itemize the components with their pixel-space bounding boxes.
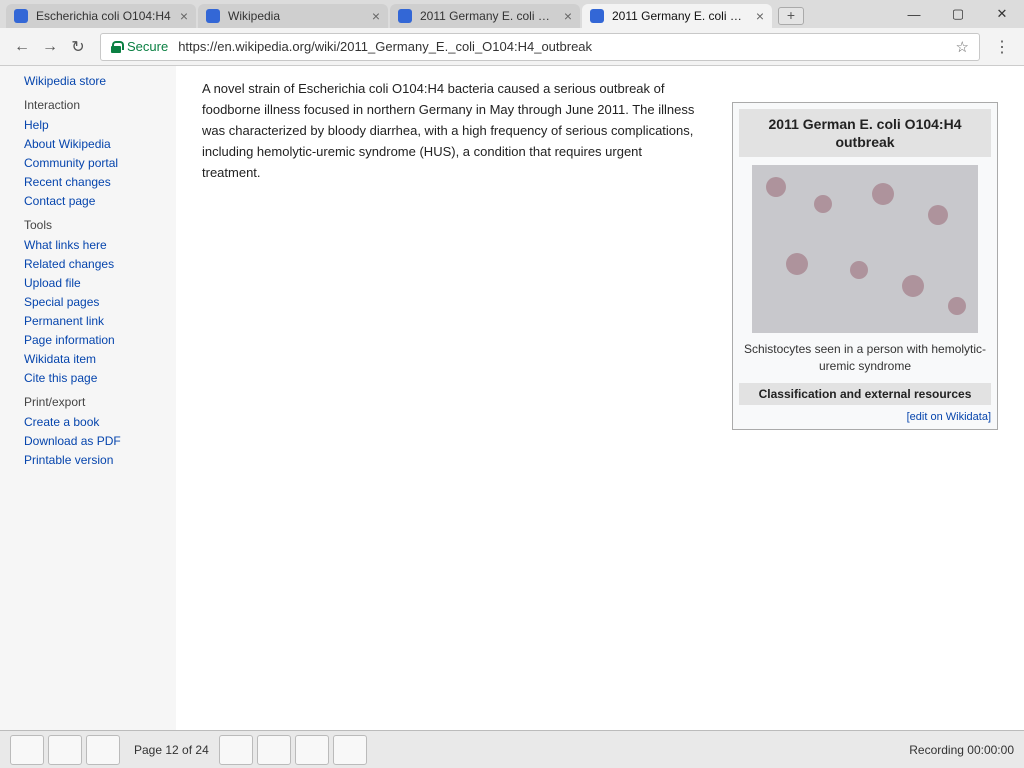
sidebar-link[interactable]: About Wikipedia [24, 137, 176, 151]
highlighter-tool[interactable] [294, 734, 329, 765]
sidebar-link[interactable]: Community portal [24, 156, 176, 170]
sidebar-link[interactable]: Cite this page [24, 371, 176, 385]
infobox: 2011 German E. coli O104:H4 outbreak Sch… [732, 102, 998, 430]
sidebar-link[interactable]: Download as PDF [24, 434, 176, 448]
eraser-tool[interactable] [332, 734, 367, 765]
window-controls: — ▢ ✕ [892, 0, 1024, 28]
recording-status: Recording 00:00:00 [909, 743, 1014, 757]
next-page-tool[interactable] [218, 734, 253, 765]
lock-icon [111, 40, 124, 53]
sidebar-link[interactable]: Recent changes [24, 175, 176, 189]
blood-cell [850, 261, 868, 279]
recording-time: 00:00:00 [967, 742, 1014, 757]
infobox-section: Classification and external resources [739, 383, 991, 405]
url-text[interactable]: https://en.wikipedia.org/wiki/2011_Germa… [178, 39, 955, 54]
edit-on-wikidata-link[interactable]: [edit on Wikidata] [739, 411, 991, 423]
page-indicator: Page 12 of 24 [134, 743, 209, 757]
tab-title: Wikipedia [228, 9, 281, 23]
close-tab-icon[interactable]: × [564, 8, 572, 24]
close-tab-icon[interactable]: × [756, 8, 764, 24]
browser-tab[interactable]: 2011 Germany E. coli O104:H4 outbreak × [390, 4, 580, 28]
maximize-icon[interactable]: ▢ [936, 0, 980, 28]
blood-cell [928, 205, 948, 225]
sidebar-link[interactable]: What links here [24, 238, 176, 252]
sidebar-link[interactable]: Upload file [24, 276, 176, 290]
article-lede: A novel strain of Escherichia coli O104:… [202, 81, 695, 180]
infobox-caption: Schistocytes seen in a person with hemol… [743, 342, 987, 373]
sidebar-link[interactable]: Contact page [24, 194, 176, 208]
sidebar-link-store[interactable]: Wikipedia store [24, 74, 176, 88]
sidebar-section-title: Interaction [24, 98, 81, 112]
sidebar-link[interactable]: Printable version [24, 453, 176, 467]
close-tab-icon[interactable]: × [180, 8, 188, 24]
forward-icon[interactable]: → [36, 33, 64, 61]
blood-cell [902, 275, 924, 297]
close-tab-icon[interactable]: × [372, 8, 380, 24]
sidebar-link[interactable]: Create a book [24, 415, 176, 429]
blood-cell [786, 253, 808, 275]
secure-indicator[interactable]: Secure [111, 39, 168, 54]
blood-cell [766, 177, 786, 197]
browser-tab[interactable]: Wikipedia × [198, 4, 388, 28]
schistocytes-image[interactable] [752, 165, 978, 333]
bookmark-star-icon[interactable]: ☆ [956, 38, 969, 56]
wiki-sidebar: Wikipedia store Interaction Help About W… [0, 66, 176, 768]
templates-tool[interactable] [48, 734, 82, 765]
new-page-tool[interactable] [10, 734, 44, 765]
sidebar-link[interactable]: Related changes [24, 257, 176, 271]
new-tab-button[interactable]: + [778, 7, 804, 25]
prev-page-tool[interactable] [86, 734, 120, 765]
blood-cell [872, 183, 894, 205]
menu-icon[interactable]: ⋮ [988, 33, 1016, 61]
tab-title: Escherichia coli O104:H4 [36, 9, 171, 23]
address-bar[interactable]: Secure https://en.wikipedia.org/wiki/201… [100, 32, 980, 61]
sidebar-link[interactable]: Help [24, 118, 176, 132]
tab-favicon-icon [398, 9, 412, 23]
tab-favicon-icon [14, 9, 28, 23]
page-label: Page [134, 742, 163, 757]
browser-toolbar: ← → ↻ Secure https://en.wikipedia.org/wi… [0, 28, 1024, 66]
tab-title: 2011 Germany E. coli O104:H4 outbreak [420, 9, 558, 23]
close-window-icon[interactable]: ✕ [980, 0, 1024, 28]
reload-icon[interactable]: ↻ [64, 33, 92, 61]
sidebar-link[interactable]: Wikidata item [24, 352, 176, 366]
browser-tab[interactable]: Escherichia coli O104:H4 × [6, 4, 196, 28]
back-icon[interactable]: ← [8, 33, 36, 61]
pen-tool[interactable] [256, 734, 291, 765]
page-value: 12 of 24 [165, 742, 209, 757]
infobox-title: 2011 German E. coli O104:H4 outbreak [739, 109, 991, 157]
browser-tab-active[interactable]: 2011 Germany E. coli O104:H4 outbreak × [582, 4, 772, 28]
tab-strip: Escherichia coli O104:H4 × Wikipedia × 2… [0, 0, 1024, 28]
annotation-toolbar: Page 12 of 24 Recording 00:00:00 [0, 730, 1024, 768]
sidebar-section-title: Tools [24, 218, 53, 232]
sidebar-link[interactable]: Page information [24, 333, 176, 347]
tab-title: 2011 Germany E. coli O104:H4 outbreak [612, 9, 750, 23]
article-body: A novel strain of Escherichia coli O104:… [176, 66, 1024, 768]
blood-cell [814, 195, 832, 213]
minimize-icon[interactable]: — [892, 0, 936, 28]
sidebar-link[interactable]: Permanent link [24, 314, 176, 328]
tab-favicon-icon [206, 9, 220, 23]
recording-label: Recording [909, 742, 964, 757]
secure-label: Secure [127, 39, 169, 54]
sidebar-section-title: Print/export [24, 395, 86, 409]
tab-favicon-icon [590, 9, 604, 23]
blood-cell [948, 297, 966, 315]
sidebar-link[interactable]: Special pages [24, 295, 176, 309]
page-viewport: Wikipedia store Interaction Help About W… [0, 66, 1024, 768]
